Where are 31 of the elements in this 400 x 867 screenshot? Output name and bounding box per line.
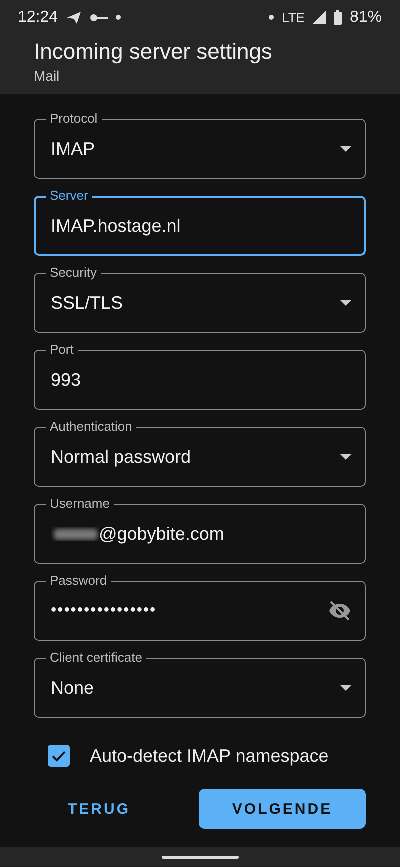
dot-icon bbox=[116, 15, 122, 20]
clock-time: 12:24 bbox=[18, 8, 58, 26]
signal-icon bbox=[312, 11, 326, 24]
field-label: Security bbox=[46, 265, 101, 281]
screen-subtitle: Mail bbox=[33, 67, 61, 84]
field-value: •••••••••••••••• bbox=[51, 602, 157, 620]
field-value: 993 bbox=[51, 370, 82, 390]
field-value: Normal password bbox=[51, 446, 192, 468]
checkbox-label: Auto-detect IMAP namespace bbox=[90, 746, 329, 766]
field-value: None bbox=[51, 678, 94, 698]
field-value: IMAP bbox=[51, 138, 96, 160]
field-value: SSL/TLS bbox=[51, 292, 124, 314]
screen-title: Incoming server settings bbox=[33, 38, 274, 65]
back-button[interactable]: TERUG bbox=[34, 789, 164, 829]
caret-icon bbox=[340, 454, 352, 460]
battery-percent: 81% bbox=[350, 8, 382, 26]
send-icon bbox=[66, 10, 82, 24]
key-icon bbox=[90, 14, 108, 22]
battery-icon bbox=[334, 10, 342, 25]
caret-icon bbox=[340, 685, 352, 691]
caret-icon bbox=[340, 146, 352, 152]
eye-off-icon[interactable] bbox=[328, 599, 352, 623]
home-indicator[interactable] bbox=[162, 856, 238, 858]
next-button[interactable]: VOLGENDE bbox=[199, 789, 366, 829]
dot-icon bbox=[269, 15, 274, 20]
checkmark-icon bbox=[52, 750, 66, 762]
field-value: @gobybite.com bbox=[99, 524, 224, 544]
field-value: IMAP.hostage.nl bbox=[51, 216, 181, 236]
checkbox[interactable] bbox=[48, 745, 70, 767]
network-type: LTE bbox=[282, 10, 305, 25]
caret-icon bbox=[340, 300, 352, 306]
